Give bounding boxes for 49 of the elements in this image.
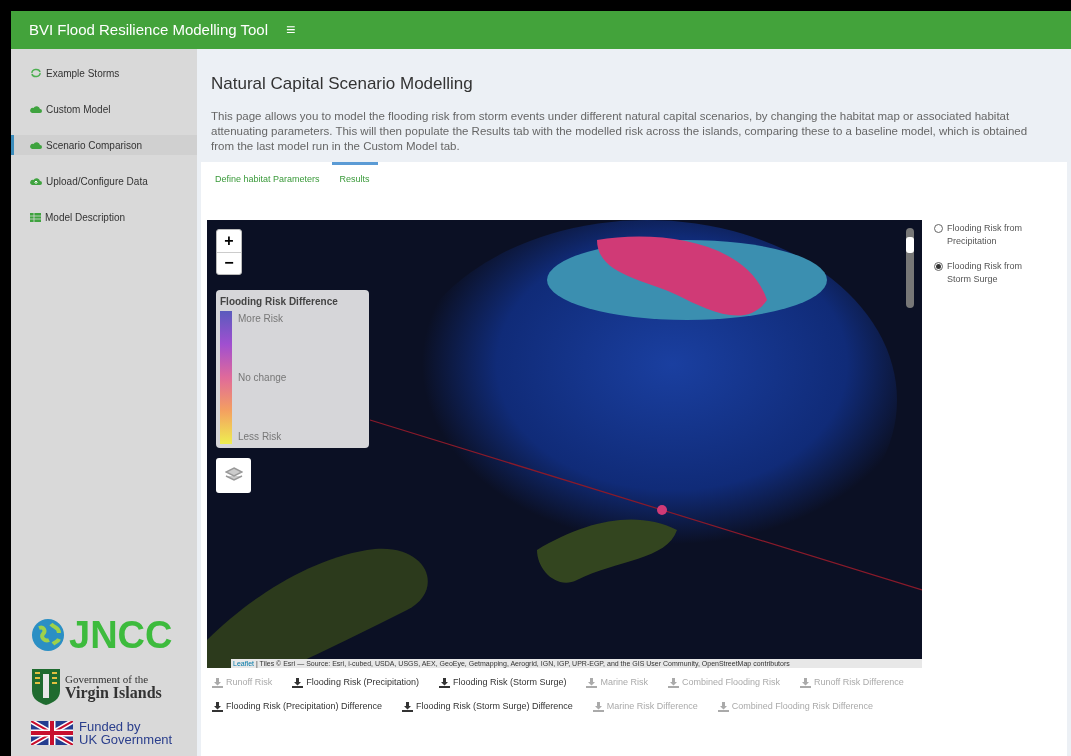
government-logo-text: Government of the: [65, 673, 150, 685]
download-icon: [292, 677, 304, 688]
cloud-icon: [30, 104, 42, 114]
sidebar-item[interactable]: Upload/Configure Data: [11, 171, 197, 191]
download-icon: [717, 701, 729, 712]
cloud-icon: [30, 140, 42, 150]
legend-title: Flooding Risk Difference: [220, 294, 339, 309]
layer-radio-option[interactable]: Flooding Risk from Storm Surge: [934, 259, 1044, 286]
legend-label: No change: [238, 370, 287, 385]
sidebar-item[interactable]: Scenario Comparison: [11, 135, 197, 155]
funding-text: UK Government: [79, 733, 173, 746]
layers-button[interactable]: [216, 457, 251, 493]
download-button[interactable]: Flooding Risk (Storm Surge) Difference: [396, 695, 578, 718]
page-description: This page allows you to model the flooding risk from storm events under different natural capital scenarios, by changing the habitat map or associated habitat attenuating parameters. This will then populate the Results tab with the modelled risk across the islands, comparing these to a baseline model, which is obtained from the last model run in the Custom Model tab.: [211, 108, 1029, 154]
layer-radio-option[interactable]: Flooding Risk from Precipitation: [934, 221, 1044, 248]
sidebar-item[interactable]: Example Storms: [11, 63, 197, 83]
layers-icon: [224, 467, 243, 483]
zoom-in-button[interactable]: +: [217, 229, 241, 252]
globe-icon: [31, 618, 65, 652]
sidebar-item[interactable]: Custom Model: [11, 99, 197, 119]
download-button[interactable]: Flooding Risk (Precipitation): [287, 671, 424, 694]
download-button[interactable]: Flooding Risk (Storm Surge): [433, 671, 572, 694]
download-icon: [586, 677, 598, 688]
opacity-slider-thumb[interactable]: [906, 237, 914, 254]
download-icon: [667, 677, 679, 688]
download-icon: [401, 701, 413, 712]
cloud-upload-icon: [30, 176, 42, 186]
sidebar-item[interactable]: Model Description: [11, 207, 197, 227]
storm-icon: [30, 68, 42, 78]
tab[interactable]: Results: [331, 161, 378, 196]
jncc-logo-text: JNCC: [69, 616, 173, 654]
tab[interactable]: Define habitat Parameters: [207, 161, 328, 196]
table-icon: [30, 212, 41, 222]
download-icon: [212, 701, 223, 712]
funding-text: Funded by: [79, 720, 141, 733]
download-button[interactable]: Flooding Risk (Precipitation) Difference: [207, 695, 387, 718]
government-logo-text: Virgin Islands: [65, 684, 162, 701]
download-icon: [592, 701, 604, 712]
zoom-out-button[interactable]: −: [217, 251, 241, 274]
app-title: BVI Flood Resilience Modelling Tool: [29, 19, 269, 40]
coat-of-arms-icon: [31, 668, 61, 706]
legend-label: More Risk: [238, 311, 284, 326]
legend-label: Less Risk: [238, 429, 283, 444]
download-icon: [212, 677, 223, 688]
download-icon: [800, 677, 811, 688]
page-title: Natural Capital Scenario Modelling: [211, 73, 474, 95]
opacity-slider-track[interactable]: [906, 227, 914, 308]
union-flag-icon: [31, 721, 73, 745]
download-icon: [438, 677, 450, 688]
